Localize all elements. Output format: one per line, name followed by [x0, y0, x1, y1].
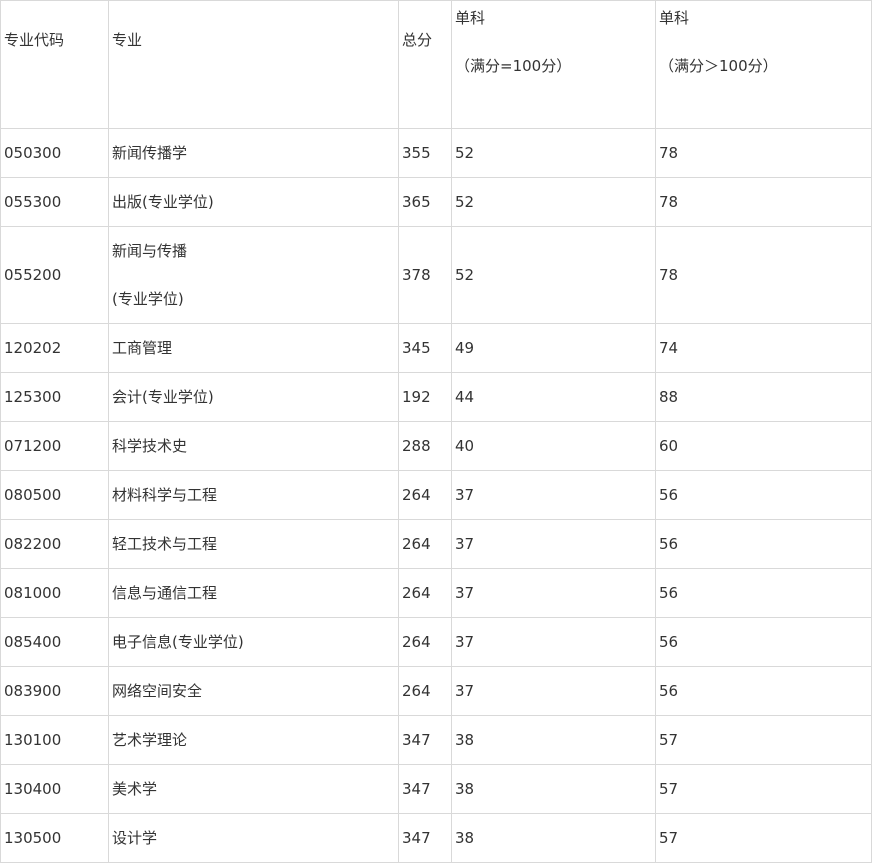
cell-code: 130500 — [0, 813, 109, 863]
cell-single-high: 57 — [655, 715, 872, 765]
cell-single-low: 38 — [451, 764, 656, 814]
cell-total: 347 — [398, 764, 452, 814]
cell-code: 120202 — [0, 323, 109, 373]
table-row: 082200 轻工技术与工程 264 37 56 — [0, 519, 872, 569]
cell-single-high: 78 — [655, 226, 872, 324]
table-row: 083900 网络空间安全 264 37 56 — [0, 666, 872, 716]
cell-single-high: 56 — [655, 519, 872, 569]
cell-code: 080500 — [0, 470, 109, 520]
cell-single-low: 52 — [451, 226, 656, 324]
cell-total: 264 — [398, 666, 452, 716]
table-row: 120202 工商管理 345 49 74 — [0, 323, 872, 373]
cell-code: 130400 — [0, 764, 109, 814]
cell-total: 345 — [398, 323, 452, 373]
table-row: 055300 出版(专业学位) 365 52 78 — [0, 177, 872, 227]
cell-total: 355 — [398, 128, 452, 178]
table-row: 130100 艺术学理论 347 38 57 — [0, 715, 872, 765]
cell-single-high: 57 — [655, 764, 872, 814]
cell-single-low: 37 — [451, 568, 656, 618]
cell-code: 125300 — [0, 372, 109, 422]
cell-total: 347 — [398, 813, 452, 863]
cell-single-high: 78 — [655, 177, 872, 227]
header-single-low-title: 单科 — [455, 9, 486, 27]
cell-total: 378 — [398, 226, 452, 324]
cell-single-low: 44 — [451, 372, 656, 422]
header-single-low-sub: （满分=100分） — [455, 57, 572, 75]
cell-major: 出版(专业学位) — [108, 177, 399, 227]
cell-major: 新闻与传播 (专业学位) — [108, 226, 399, 324]
header-single-high-title: 单科 — [659, 9, 690, 27]
header-single-high-sub: （满分＞100分） — [659, 57, 778, 75]
table-row: 080500 材料科学与工程 264 37 56 — [0, 470, 872, 520]
header-total: 总分 — [398, 0, 452, 129]
cell-single-low: 52 — [451, 177, 656, 227]
cell-single-high: 56 — [655, 568, 872, 618]
cell-major: 设计学 — [108, 813, 399, 863]
cell-major: 材料科学与工程 — [108, 470, 399, 520]
cell-single-low: 37 — [451, 666, 656, 716]
cell-code: 085400 — [0, 617, 109, 667]
cell-major: 艺术学理论 — [108, 715, 399, 765]
header-code: 专业代码 — [0, 0, 109, 129]
header-row: 专业代码 专业 总分 单科 （满分=100分） 单科 （满分＞100分） — [0, 0, 872, 129]
table-row: 055200 新闻与传播 (专业学位) 378 52 78 — [0, 226, 872, 324]
cell-single-high: 57 — [655, 813, 872, 863]
cell-single-high: 88 — [655, 372, 872, 422]
table-row: 130400 美术学 347 38 57 — [0, 764, 872, 814]
cell-major: 网络空间安全 — [108, 666, 399, 716]
cell-single-low: 37 — [451, 617, 656, 667]
cell-total: 192 — [398, 372, 452, 422]
table-row: 071200 科学技术史 288 40 60 — [0, 421, 872, 471]
table-row: 085400 电子信息(专业学位) 264 37 56 — [0, 617, 872, 667]
cell-major: 电子信息(专业学位) — [108, 617, 399, 667]
header-single-low: 单科 （满分=100分） — [451, 0, 656, 129]
cell-total: 264 — [398, 617, 452, 667]
table-row: 050300 新闻传播学 355 52 78 — [0, 128, 872, 178]
cell-total: 288 — [398, 421, 452, 471]
table-row: 081000 信息与通信工程 264 37 56 — [0, 568, 872, 618]
cell-total: 264 — [398, 470, 452, 520]
cell-code: 130100 — [0, 715, 109, 765]
table-row: 125300 会计(专业学位) 192 44 88 — [0, 372, 872, 422]
cell-major: 轻工技术与工程 — [108, 519, 399, 569]
cell-major-line1: 新闻与传播 — [112, 242, 188, 260]
cell-single-high: 56 — [655, 470, 872, 520]
cell-code: 083900 — [0, 666, 109, 716]
cell-code: 055200 — [0, 226, 109, 324]
table-row: 130500 设计学 347 38 57 — [0, 813, 872, 863]
header-single-high: 单科 （满分＞100分） — [655, 0, 872, 129]
cell-single-low: 37 — [451, 519, 656, 569]
cell-total: 264 — [398, 568, 452, 618]
cell-single-high: 60 — [655, 421, 872, 471]
cell-code: 050300 — [0, 128, 109, 178]
cell-major: 美术学 — [108, 764, 399, 814]
cell-major: 新闻传播学 — [108, 128, 399, 178]
cell-single-low: 38 — [451, 715, 656, 765]
cell-code: 081000 — [0, 568, 109, 618]
cell-major-line2: (专业学位) — [112, 290, 184, 308]
cell-single-high: 56 — [655, 617, 872, 667]
cell-major: 信息与通信工程 — [108, 568, 399, 618]
cell-major: 科学技术史 — [108, 421, 399, 471]
cell-single-high: 56 — [655, 666, 872, 716]
cell-code: 055300 — [0, 177, 109, 227]
cell-code: 082200 — [0, 519, 109, 569]
cell-total: 264 — [398, 519, 452, 569]
header-major: 专业 — [108, 0, 399, 129]
cell-single-low: 52 — [451, 128, 656, 178]
cell-major: 会计(专业学位) — [108, 372, 399, 422]
cell-single-low: 49 — [451, 323, 656, 373]
cell-major: 工商管理 — [108, 323, 399, 373]
cell-single-high: 78 — [655, 128, 872, 178]
cell-single-low: 37 — [451, 470, 656, 520]
cell-single-low: 40 — [451, 421, 656, 471]
cell-total: 347 — [398, 715, 452, 765]
cell-code: 071200 — [0, 421, 109, 471]
cell-total: 365 — [398, 177, 452, 227]
cell-single-high: 74 — [655, 323, 872, 373]
score-table: 专业代码 专业 总分 单科 （满分=100分） 单科 （满分＞100分） 050… — [0, 0, 872, 863]
cell-single-low: 38 — [451, 813, 656, 863]
